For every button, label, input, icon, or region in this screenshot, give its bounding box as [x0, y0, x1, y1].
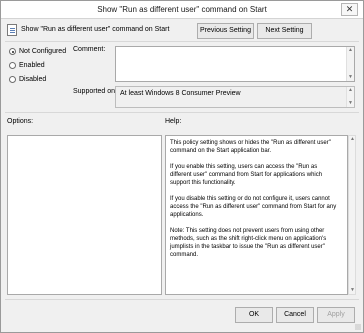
help-paragraph: Note: This setting does not prevent user… [170, 228, 327, 258]
previous-setting-button[interactable]: Previous Setting [197, 23, 254, 39]
radio-indicator[interactable] [9, 76, 16, 83]
help-paragraph: If you enable this setting, users can ac… [170, 164, 323, 186]
help-scrollbar[interactable]: ▲ ▼ [348, 135, 356, 295]
help-panel: This policy setting shows or hides the "… [165, 135, 348, 295]
comment-label: Comment: [73, 46, 106, 53]
scroll-down-icon[interactable]: ▼ [349, 287, 356, 294]
help-text: This policy setting shows or hides the "… [170, 139, 338, 267]
close-button[interactable]: ✕ [341, 3, 358, 16]
scroll-down-icon[interactable]: ▼ [347, 74, 354, 81]
radio-label: Enabled [19, 62, 45, 69]
divider [5, 41, 359, 42]
help-paragraph: If you disable this setting or do not co… [170, 196, 337, 218]
help-label: Help: [165, 118, 182, 125]
next-setting-button[interactable]: Next Setting [257, 23, 312, 39]
policy-name: Show "Run as different user" command on … [21, 26, 170, 33]
resize-grip-icon[interactable] [355, 324, 361, 330]
help-paragraph: This policy setting shows or hides the "… [170, 140, 331, 154]
comment-scrollbar[interactable]: ▲ ▼ [346, 47, 354, 81]
supported-on-field: At least Windows 8 Consumer Preview ▲ ▼ [115, 86, 355, 108]
radio-indicator[interactable] [9, 62, 16, 69]
policy-setting-dialog: Show "Run as different user" command on … [0, 0, 364, 333]
options-label: Options: [7, 118, 34, 125]
policy-icon [7, 24, 17, 36]
ok-button[interactable]: OK [235, 307, 273, 323]
next-setting-label: Next Setting [265, 27, 304, 34]
window-title: Show "Run as different user" command on … [97, 5, 267, 14]
scroll-up-icon[interactable]: ▲ [349, 136, 356, 143]
supported-on-value: At least Windows 8 Consumer Preview [120, 90, 241, 97]
scroll-up-icon[interactable]: ▲ [347, 47, 354, 54]
divider [5, 112, 359, 113]
title-bar[interactable]: Show "Run as different user" command on … [1, 1, 363, 19]
previous-setting-label: Previous Setting [200, 27, 251, 34]
comment-field[interactable]: ▲ ▼ [115, 46, 355, 82]
radio-label: Not Configured [19, 48, 67, 55]
scroll-up-icon[interactable]: ▲ [347, 87, 354, 94]
cancel-button[interactable]: Cancel [276, 307, 314, 323]
options-panel [7, 135, 162, 295]
divider [5, 299, 359, 300]
radio-indicator[interactable] [9, 48, 16, 55]
radio-label: Disabled [19, 76, 47, 83]
apply-button[interactable]: Apply [317, 307, 355, 323]
supported-scrollbar[interactable]: ▲ ▼ [346, 87, 354, 107]
supported-on-label: Supported on: [73, 88, 117, 95]
scroll-down-icon[interactable]: ▼ [347, 100, 354, 107]
